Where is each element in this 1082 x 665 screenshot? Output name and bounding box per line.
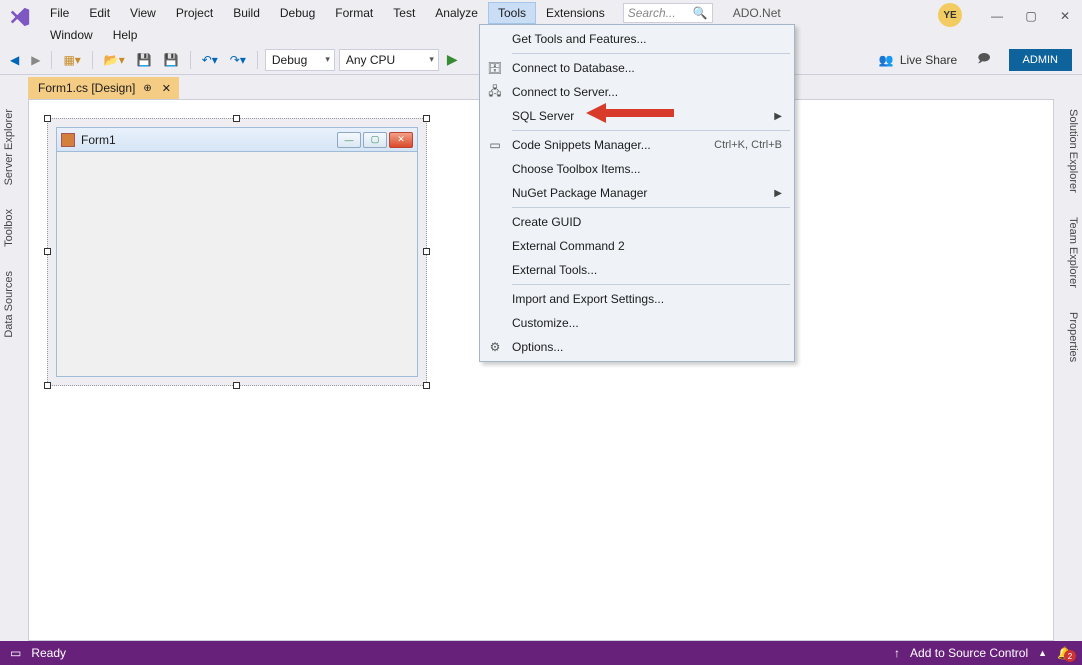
document-tab-label: Form1.cs [Design]: [38, 81, 135, 95]
menu-get-tools[interactable]: Get Tools and Features...: [480, 27, 794, 51]
menu-choose-toolbox[interactable]: Choose Toolbox Items...: [480, 157, 794, 181]
menu-window[interactable]: Window: [40, 24, 103, 46]
menu-create-guid[interactable]: Create GUID: [480, 210, 794, 234]
tab-data-sources[interactable]: Data Sources: [0, 263, 24, 346]
menu-extensions[interactable]: Extensions: [536, 2, 615, 24]
form-preview[interactable]: Form1 ― ▢ ✕: [56, 127, 418, 377]
window-controls: ― ▢ ✕: [980, 0, 1082, 45]
config-value: Debug: [272, 53, 307, 67]
tab-toolbox[interactable]: Toolbox: [0, 201, 24, 255]
menu-connect-database[interactable]: 🗄Connect to Database...: [480, 56, 794, 80]
config-dropdown[interactable]: Debug▾: [265, 49, 335, 71]
platform-value: Any CPU: [346, 53, 395, 67]
menu-tools[interactable]: Tools: [488, 2, 536, 24]
menu-view[interactable]: View: [120, 2, 166, 24]
live-share-button[interactable]: Live Share: [900, 53, 957, 67]
menu-external-command-2[interactable]: External Command 2: [480, 234, 794, 258]
form-close-icon[interactable]: ✕: [389, 132, 413, 148]
notification-count: 2: [1064, 650, 1076, 662]
start-button[interactable]: ▶: [443, 49, 462, 70]
minimize-button[interactable]: ―: [980, 4, 1014, 28]
submenu-arrow-icon: ▶: [774, 111, 782, 122]
search-placeholder: Search...: [628, 6, 676, 20]
right-tool-tabs: Solution Explorer Team Explorer Properti…: [1058, 99, 1082, 370]
server-icon: 🖧: [486, 82, 504, 103]
menu-help[interactable]: Help: [103, 24, 148, 46]
user-badge[interactable]: YE: [938, 3, 962, 27]
menu-customize[interactable]: Customize...: [480, 311, 794, 335]
search-icon: 🔍: [693, 6, 708, 20]
submenu-arrow-icon: ▶: [774, 188, 782, 199]
database-icon: 🗄: [486, 61, 504, 75]
nav-forward-button[interactable]: ▶: [27, 51, 44, 69]
form-maximize-icon[interactable]: ▢: [363, 132, 387, 148]
save-all-button[interactable]: 💾: [160, 51, 183, 69]
menu-debug[interactable]: Debug: [270, 2, 325, 24]
menu-edit[interactable]: Edit: [79, 2, 120, 24]
snippet-icon: ▭: [486, 138, 504, 152]
save-button[interactable]: 💾: [133, 51, 156, 69]
form-title-text: Form1: [81, 133, 116, 147]
menu-options[interactable]: ⚙Options...: [480, 335, 794, 359]
search-input[interactable]: Search... 🔍: [623, 3, 713, 23]
form-designer-selection[interactable]: Form1 ― ▢ ✕: [47, 118, 427, 386]
tab-solution-explorer[interactable]: Solution Explorer: [1058, 101, 1082, 201]
tools-menu-dropdown: Get Tools and Features... 🗄Connect to Da…: [479, 24, 795, 362]
gear-icon: ⚙: [486, 340, 504, 354]
menu-project[interactable]: Project: [166, 2, 223, 24]
maximize-button[interactable]: ▢: [1014, 4, 1048, 28]
undo-button[interactable]: ↶▾: [198, 51, 222, 69]
menu-build[interactable]: Build: [223, 2, 270, 24]
close-button[interactable]: ✕: [1048, 4, 1082, 28]
vs-logo: [0, 0, 40, 45]
tab-team-explorer[interactable]: Team Explorer: [1058, 209, 1082, 296]
redo-button[interactable]: ↷▾: [226, 51, 250, 69]
menu-nuget[interactable]: NuGet Package Manager▶: [480, 181, 794, 205]
status-bar: ▭ Ready ↑ Add to Source Control ▲ 🔔2: [0, 641, 1082, 665]
notifications-button[interactable]: 🔔2: [1057, 646, 1072, 660]
menu-external-tools[interactable]: External Tools...: [480, 258, 794, 282]
live-share-icon[interactable]: 👥: [879, 53, 894, 67]
add-to-source-control[interactable]: Add to Source Control: [910, 646, 1028, 660]
solution-label: ADO.Net: [733, 6, 781, 20]
tab-properties[interactable]: Properties: [1058, 304, 1082, 370]
shortcut-text: Ctrl+K, Ctrl+B: [714, 139, 782, 151]
platform-dropdown[interactable]: Any CPU▾: [339, 49, 439, 71]
menu-analyze[interactable]: Analyze: [425, 2, 488, 24]
document-tab[interactable]: Form1.cs [Design] ⊕ ✕: [28, 77, 179, 99]
form-titlebar: Form1 ― ▢ ✕: [57, 128, 417, 152]
tab-close-icon[interactable]: ✕: [160, 82, 173, 95]
chevron-up-icon[interactable]: ▲: [1038, 648, 1047, 658]
menu-test[interactable]: Test: [383, 2, 425, 24]
form-icon: [61, 133, 75, 147]
new-project-button[interactable]: ▦▾: [59, 51, 84, 69]
nav-back-button[interactable]: ◀: [6, 51, 23, 69]
tab-server-explorer[interactable]: Server Explorer: [0, 101, 24, 193]
menu-connect-server[interactable]: 🖧Connect to Server...: [480, 80, 794, 104]
menu-file[interactable]: File: [40, 2, 79, 24]
status-text: Ready: [31, 646, 66, 660]
feedback-icon[interactable]: 🗩: [977, 49, 990, 70]
live-share-area: 👥 Live Share 🗩 ADMIN: [879, 49, 1076, 71]
window-layout-icon[interactable]: ▭: [10, 646, 21, 660]
menu-import-export-settings[interactable]: Import and Export Settings...: [480, 287, 794, 311]
menu-code-snippets[interactable]: ▭Code Snippets Manager...Ctrl+K, Ctrl+B: [480, 133, 794, 157]
left-tool-tabs: Server Explorer Toolbox Data Sources: [0, 99, 24, 346]
open-file-button[interactable]: 📂▾: [100, 51, 129, 69]
menu-format[interactable]: Format: [325, 2, 383, 24]
admin-badge: ADMIN: [1009, 49, 1072, 71]
pin-icon[interactable]: ⊕: [143, 83, 151, 94]
source-control-up-icon: ↑: [894, 646, 900, 660]
menu-sql-server[interactable]: SQL Server▶: [480, 104, 794, 128]
form-minimize-icon[interactable]: ―: [337, 132, 361, 148]
